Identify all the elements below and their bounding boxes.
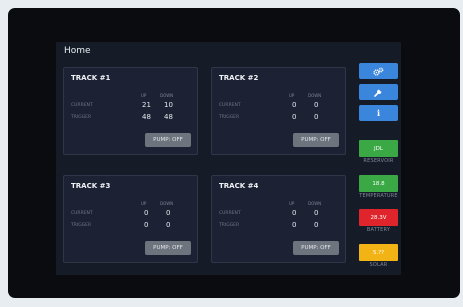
pump-toggle-button[interactable]: PUMP: OFF xyxy=(145,241,191,255)
current-down-value: 10 xyxy=(164,101,173,109)
current-label: CURRENT xyxy=(219,103,241,108)
battery-status: 28.3V xyxy=(359,209,398,226)
track-title: TRACK #1 xyxy=(71,74,111,82)
wrench-icon xyxy=(374,89,382,97)
current-up-value: 0 xyxy=(292,209,297,217)
trigger-down-value: 48 xyxy=(164,113,173,121)
track-panel-4: TRACK #4 UP DOWN CURRENT TRIGGER 0 0 0 0… xyxy=(211,175,346,263)
current-up-value: 0 xyxy=(144,209,149,217)
current-down-value: 0 xyxy=(314,101,319,109)
trigger-label: TRIGGER xyxy=(219,115,240,120)
current-label: CURRENT xyxy=(71,211,93,216)
col-up-header: UP xyxy=(141,93,147,98)
trigger-up-value: 0 xyxy=(292,113,297,121)
tools-button[interactable] xyxy=(359,84,398,100)
track-panel-2: TRACK #2 UP DOWN CURRENT TRIGGER 0 0 0 0… xyxy=(211,67,346,155)
track-panel-1: TRACK #1 UP DOWN CURRENT TRIGGER 21 10 4… xyxy=(63,67,198,155)
info-button[interactable]: i xyxy=(359,105,398,121)
trigger-up-value: 48 xyxy=(142,113,151,121)
col-up-header: UP xyxy=(289,201,295,206)
home-screen: Home TRACK #1 UP DOWN CURRENT TRIGGER 21… xyxy=(56,42,401,275)
col-down-header: DOWN xyxy=(308,93,322,98)
trigger-down-value: 0 xyxy=(166,221,171,229)
track-title: TRACK #2 xyxy=(219,74,259,82)
solar-status: 5.?? xyxy=(359,244,398,261)
current-down-value: 0 xyxy=(166,209,171,217)
solar-label: SOLAR xyxy=(369,262,388,268)
col-down-header: DOWN xyxy=(160,93,174,98)
col-up-header: UP xyxy=(289,93,295,98)
trigger-label: TRIGGER xyxy=(71,115,92,120)
col-down-header: DOWN xyxy=(308,201,322,206)
current-down-value: 0 xyxy=(314,209,319,217)
trigger-up-value: 0 xyxy=(292,221,297,229)
col-down-header: DOWN xyxy=(160,201,174,206)
current-label: CURRENT xyxy=(219,211,241,216)
trigger-down-value: 0 xyxy=(314,113,319,121)
pump-toggle-button[interactable]: PUMP: OFF xyxy=(145,133,191,147)
info-icon: i xyxy=(376,108,381,118)
reservoir-label: RESERVOIR xyxy=(363,158,394,164)
current-up-value: 21 xyxy=(142,101,151,109)
page-title: Home xyxy=(64,46,91,56)
trigger-label: TRIGGER xyxy=(219,223,240,228)
battery-label: BATTERY xyxy=(366,227,391,233)
col-up-header: UP xyxy=(141,201,147,206)
pump-toggle-button[interactable]: PUMP: OFF xyxy=(293,133,339,147)
temperature-label: TEMPERATURE xyxy=(359,193,398,199)
current-up-value: 0 xyxy=(292,101,297,109)
settings-button[interactable] xyxy=(359,63,398,79)
track-panel-3: TRACK #3 UP DOWN CURRENT TRIGGER 0 0 0 0… xyxy=(63,175,198,263)
trigger-down-value: 0 xyxy=(314,221,319,229)
reservoir-status: JDL xyxy=(359,140,398,157)
track-title: TRACK #3 xyxy=(71,182,111,190)
temperature-status: 18.8 xyxy=(359,175,398,192)
current-label: CURRENT xyxy=(71,103,93,108)
pump-toggle-button[interactable]: PUMP: OFF xyxy=(293,241,339,255)
track-title: TRACK #4 xyxy=(219,182,259,190)
trigger-up-value: 0 xyxy=(144,221,149,229)
trigger-label: TRIGGER xyxy=(71,223,92,228)
gears-icon xyxy=(373,67,384,76)
